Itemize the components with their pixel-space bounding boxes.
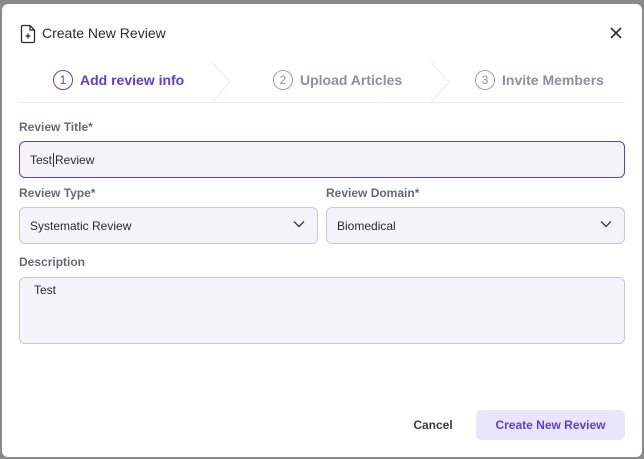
description-value: Test	[34, 283, 57, 297]
description-textarea[interactable]: Test	[19, 277, 625, 344]
review-title-value-start: Test	[30, 152, 53, 167]
description-label: Description	[19, 255, 86, 269]
step-add-review-info[interactable]: 1 Add review info	[53, 70, 184, 90]
step-number: 1	[53, 70, 73, 90]
step-label: Add review info	[80, 72, 185, 88]
review-domain-select[interactable]: Biomedical	[326, 207, 625, 244]
step-separator-chevron	[211, 62, 231, 102]
review-type-select[interactable]: Systematic Review	[19, 207, 318, 244]
text-caret	[53, 152, 55, 167]
stepper: 1 Add review info 2 Upload Articles 3 In…	[19, 62, 625, 103]
review-title-value-end: Review	[55, 152, 95, 167]
step-number: 2	[273, 70, 293, 90]
step-label: Upload Articles	[300, 72, 403, 88]
cancel-button[interactable]: Cancel	[408, 410, 458, 440]
review-type-label: Review Type*	[19, 186, 96, 200]
create-review-dialog: Create New Review 1 Add review info 2 Up…	[2, 4, 642, 457]
review-title-label: Review Title*	[19, 120, 93, 134]
step-number: 3	[475, 70, 495, 90]
review-type-value: Systematic Review	[30, 218, 132, 233]
chevron-down-icon	[293, 221, 305, 228]
step-label: Invite Members	[502, 72, 604, 88]
chevron-down-icon	[600, 221, 612, 228]
dialog-title: Create New Review	[42, 25, 166, 41]
close-icon[interactable]	[607, 24, 625, 42]
create-new-review-button[interactable]: Create New Review	[476, 410, 625, 440]
step-separator-chevron	[430, 62, 450, 102]
review-title-input[interactable]: Test Review	[19, 141, 625, 178]
step-upload-articles[interactable]: 2 Upload Articles	[273, 70, 402, 90]
review-domain-label: Review Domain*	[326, 186, 420, 200]
step-invite-members[interactable]: 3 Invite Members	[475, 70, 604, 90]
document-add-icon	[19, 24, 37, 44]
review-domain-value: Biomedical	[337, 218, 396, 233]
dialog-header: Create New Review	[19, 22, 625, 46]
